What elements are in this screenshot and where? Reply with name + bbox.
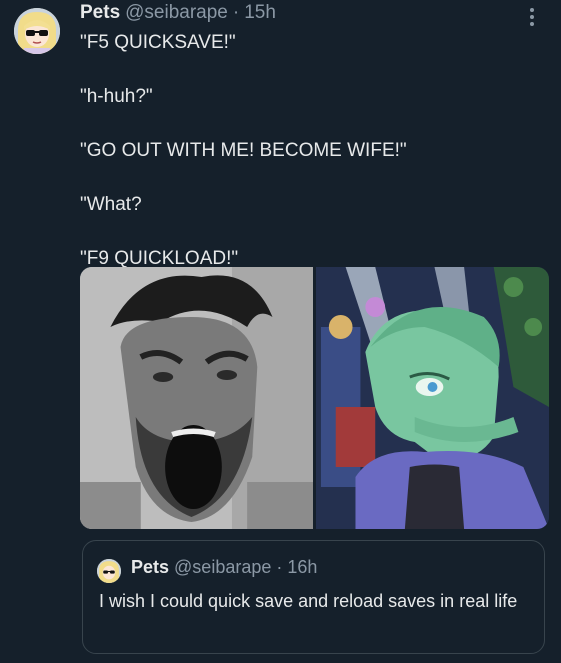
avatar-image [14, 8, 60, 54]
quoted-post-text: I wish I could quick save and reload sav… [99, 591, 518, 611]
quoted-user-handle[interactable]: @seibarape [174, 557, 271, 578]
quoted-post-time[interactable]: 16h [287, 557, 317, 578]
quoted-post-header: Pets @seibarape · 16h [131, 557, 317, 578]
green-character-illustration [316, 267, 549, 529]
screaming-man-illustration [80, 267, 313, 529]
post-line: "h-huh?" [80, 86, 153, 107]
post-line: "GO OUT WITH ME! BECOME WIFE!" [80, 140, 407, 161]
post-header: Pets @seibarape · 15h [80, 2, 276, 26]
media-image-green-character[interactable] [316, 267, 549, 529]
user-handle[interactable]: @seibarape [125, 2, 228, 24]
media-image-screaming-man[interactable] [80, 267, 313, 529]
post-line: "What? [80, 194, 142, 215]
avatar[interactable] [14, 8, 60, 54]
quoted-display-name[interactable]: Pets [131, 557, 169, 578]
quoted-avatar[interactable] [97, 559, 121, 583]
tweet: Pets @seibarape · 15h "F5 QUICKSAVE!" "h… [0, 0, 561, 663]
separator-dot: · [232, 2, 240, 23]
post-time[interactable]: 15h [244, 2, 276, 24]
display-name[interactable]: Pets [80, 2, 120, 24]
post-text: "F5 QUICKSAVE!" "h-huh?" "GO OUT WITH ME… [80, 30, 540, 300]
media-grid [80, 267, 549, 529]
quoted-separator-dot: · [276, 557, 283, 577]
post-line: "F5 QUICKSAVE!" [80, 32, 236, 53]
quoted-avatar-image [97, 559, 121, 583]
more-dots-icon[interactable] [522, 4, 542, 30]
quoted-post[interactable]: Pets @seibarape · 16h I wish I could qui… [82, 540, 545, 654]
